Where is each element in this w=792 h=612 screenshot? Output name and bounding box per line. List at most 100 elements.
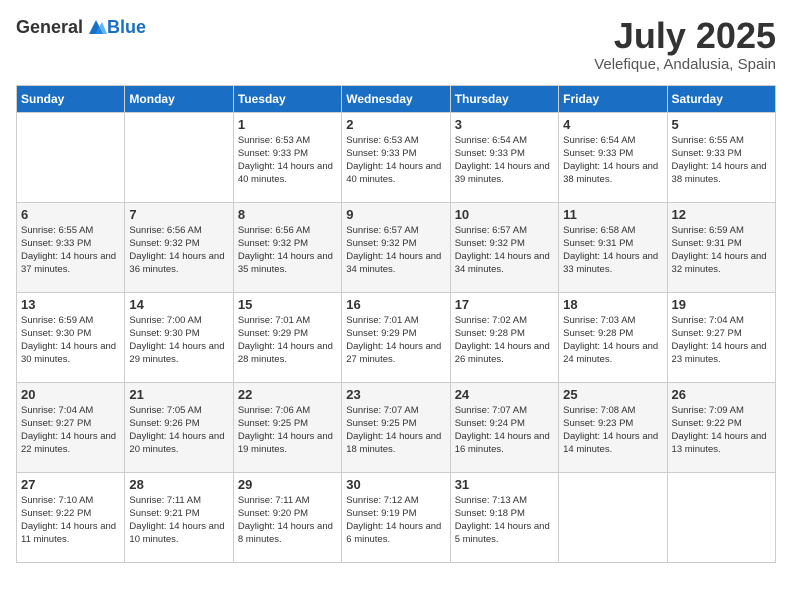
day-number: 5 [672,117,771,132]
logo-blue: Blue [107,17,146,38]
day-info: Sunrise: 7:03 AM Sunset: 9:28 PM Dayligh… [563,314,662,367]
page-header: General Blue July 2025 Velefique, Andalu… [16,16,776,73]
logo-general: General [16,17,83,38]
day-info: Sunrise: 6:56 AM Sunset: 9:32 PM Dayligh… [129,224,228,277]
title-block: July 2025 Velefique, Andalusia, Spain [594,16,776,73]
day-number: 8 [238,207,337,222]
calendar-cell [559,472,667,562]
day-number: 19 [672,297,771,312]
calendar-cell: 2 Sunrise: 6:53 AM Sunset: 9:33 PM Daylig… [342,112,450,202]
calendar-cell: 20Sunrise: 7:04 AM Sunset: 9:27 PM Dayli… [17,382,125,472]
day-info: Sunrise: 6:53 AM Sunset: 9:33 PM Dayligh… [238,134,337,187]
day-info: Sunrise: 7:11 AM Sunset: 9:21 PM Dayligh… [129,494,228,547]
calendar-cell: 3 Sunrise: 6:54 AM Sunset: 9:33 PM Daylig… [450,112,558,202]
day-info: Sunrise: 7:00 AM Sunset: 9:30 PM Dayligh… [129,314,228,367]
day-info: Sunrise: 7:06 AM Sunset: 9:25 PM Dayligh… [238,404,337,457]
day-header-saturday: Saturday [667,85,775,112]
day-info: Sunrise: 6:54 AM Sunset: 9:33 PM Dayligh… [455,134,554,187]
day-number: 10 [455,207,554,222]
calendar-cell: 14 Sunrise: 7:00 AM Sunset: 9:30 PM Dayli… [125,292,233,382]
day-info: Sunrise: 6:59 AM Sunset: 9:30 PM Dayligh… [21,314,120,367]
day-number: 26 [672,387,771,402]
day-info: Sunrise: 7:10 AM Sunset: 9:22 PM Dayligh… [21,494,120,547]
day-number: 28 [129,477,228,492]
day-info: Sunrise: 7:07 AM Sunset: 9:25 PM Dayligh… [346,404,445,457]
day-number: 13 [21,297,120,312]
calendar-week-4: 20Sunrise: 7:04 AM Sunset: 9:27 PM Dayli… [17,382,776,472]
day-header-friday: Friday [559,85,667,112]
day-number: 14 [129,297,228,312]
day-info: Sunrise: 6:58 AM Sunset: 9:31 PM Dayligh… [563,224,662,277]
calendar-week-5: 27 Sunrise: 7:10 AM Sunset: 9:22 PM Dayli… [17,472,776,562]
day-number: 22 [238,387,337,402]
calendar-table: SundayMondayTuesdayWednesdayThursdayFrid… [16,85,776,563]
day-info: Sunrise: 6:53 AM Sunset: 9:33 PM Dayligh… [346,134,445,187]
calendar-cell: 9 Sunrise: 6:57 AM Sunset: 9:32 PM Daylig… [342,202,450,292]
day-header-monday: Monday [125,85,233,112]
day-number: 25 [563,387,662,402]
day-info: Sunrise: 7:08 AM Sunset: 9:23 PM Dayligh… [563,404,662,457]
location-title: Velefique, Andalusia, Spain [594,56,776,73]
calendar-cell: 10 Sunrise: 6:57 AM Sunset: 9:32 PM Dayli… [450,202,558,292]
day-number: 20 [21,387,120,402]
calendar-cell: 7 Sunrise: 6:56 AM Sunset: 9:32 PM Daylig… [125,202,233,292]
day-info: Sunrise: 6:59 AM Sunset: 9:31 PM Dayligh… [672,224,771,277]
day-number: 24 [455,387,554,402]
day-header-wednesday: Wednesday [342,85,450,112]
day-header-sunday: Sunday [17,85,125,112]
calendar-cell: 1Sunrise: 6:53 AM Sunset: 9:33 PM Daylig… [233,112,341,202]
calendar-cell: 8 Sunrise: 6:56 AM Sunset: 9:32 PM Daylig… [233,202,341,292]
day-header-thursday: Thursday [450,85,558,112]
calendar-cell: 28 Sunrise: 7:11 AM Sunset: 9:21 PM Dayli… [125,472,233,562]
calendar-cell: 11 Sunrise: 6:58 AM Sunset: 9:31 PM Dayli… [559,202,667,292]
logo: General Blue [16,16,146,38]
day-number: 4 [563,117,662,132]
calendar-header-row: SundayMondayTuesdayWednesdayThursdayFrid… [17,85,776,112]
day-number: 12 [672,207,771,222]
day-info: Sunrise: 7:01 AM Sunset: 9:29 PM Dayligh… [346,314,445,367]
calendar-cell [17,112,125,202]
calendar-cell: 24 Sunrise: 7:07 AM Sunset: 9:24 PM Dayli… [450,382,558,472]
calendar-cell: 15Sunrise: 7:01 AM Sunset: 9:29 PM Dayli… [233,292,341,382]
calendar-cell: 6Sunrise: 6:55 AM Sunset: 9:33 PM Daylig… [17,202,125,292]
day-number: 11 [563,207,662,222]
day-number: 15 [238,297,337,312]
calendar-cell: 25 Sunrise: 7:08 AM Sunset: 9:23 PM Dayli… [559,382,667,472]
calendar-week-1: 1Sunrise: 6:53 AM Sunset: 9:33 PM Daylig… [17,112,776,202]
day-number: 7 [129,207,228,222]
day-info: Sunrise: 6:56 AM Sunset: 9:32 PM Dayligh… [238,224,337,277]
day-info: Sunrise: 7:04 AM Sunset: 9:27 PM Dayligh… [672,314,771,367]
day-info: Sunrise: 7:05 AM Sunset: 9:26 PM Dayligh… [129,404,228,457]
day-info: Sunrise: 6:57 AM Sunset: 9:32 PM Dayligh… [346,224,445,277]
day-number: 2 [346,117,445,132]
logo-icon [85,16,107,38]
day-number: 29 [238,477,337,492]
calendar-cell: 26 Sunrise: 7:09 AM Sunset: 9:22 PM Dayli… [667,382,775,472]
calendar-week-3: 13 Sunrise: 6:59 AM Sunset: 9:30 PM Dayli… [17,292,776,382]
day-info: Sunrise: 7:07 AM Sunset: 9:24 PM Dayligh… [455,404,554,457]
day-number: 3 [455,117,554,132]
calendar-cell: 29 Sunrise: 7:11 AM Sunset: 9:20 PM Dayli… [233,472,341,562]
calendar-cell: 21Sunrise: 7:05 AM Sunset: 9:26 PM Dayli… [125,382,233,472]
day-number: 18 [563,297,662,312]
calendar-cell: 17Sunrise: 7:02 AM Sunset: 9:28 PM Dayli… [450,292,558,382]
calendar-cell: 5Sunrise: 6:55 AM Sunset: 9:33 PM Daylig… [667,112,775,202]
day-number: 16 [346,297,445,312]
day-info: Sunrise: 6:55 AM Sunset: 9:33 PM Dayligh… [21,224,120,277]
calendar-cell: 18 Sunrise: 7:03 AM Sunset: 9:28 PM Dayli… [559,292,667,382]
calendar-cell: 16 Sunrise: 7:01 AM Sunset: 9:29 PM Dayli… [342,292,450,382]
calendar-cell: 27 Sunrise: 7:10 AM Sunset: 9:22 PM Dayli… [17,472,125,562]
day-number: 9 [346,207,445,222]
calendar-cell: 13 Sunrise: 6:59 AM Sunset: 9:30 PM Dayli… [17,292,125,382]
day-info: Sunrise: 7:11 AM Sunset: 9:20 PM Dayligh… [238,494,337,547]
day-info: Sunrise: 7:13 AM Sunset: 9:18 PM Dayligh… [455,494,554,547]
day-info: Sunrise: 7:02 AM Sunset: 9:28 PM Dayligh… [455,314,554,367]
day-info: Sunrise: 7:09 AM Sunset: 9:22 PM Dayligh… [672,404,771,457]
calendar-cell [667,472,775,562]
day-info: Sunrise: 6:57 AM Sunset: 9:32 PM Dayligh… [455,224,554,277]
day-number: 27 [21,477,120,492]
calendar-week-2: 6Sunrise: 6:55 AM Sunset: 9:33 PM Daylig… [17,202,776,292]
day-number: 23 [346,387,445,402]
calendar-cell: 31Sunrise: 7:13 AM Sunset: 9:18 PM Dayli… [450,472,558,562]
calendar-cell: 19 Sunrise: 7:04 AM Sunset: 9:27 PM Dayli… [667,292,775,382]
